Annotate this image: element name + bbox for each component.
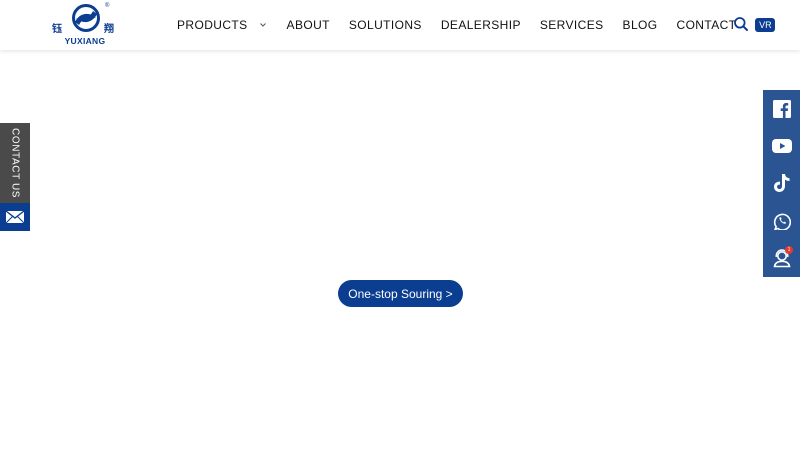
notification-badge: 1 bbox=[785, 245, 793, 254]
facebook-link[interactable] bbox=[763, 90, 800, 127]
nav-item-label: BLOG bbox=[622, 18, 658, 32]
logo-chinese-right: 翔 bbox=[104, 24, 114, 35]
nav-item-services[interactable]: SERVICES bbox=[540, 18, 604, 32]
one-stop-sourcing-button[interactable]: One-stop Souring > bbox=[338, 280, 463, 307]
chevron-down-icon bbox=[259, 23, 266, 27]
whatsapp-link[interactable] bbox=[763, 202, 800, 239]
logo-registered-mark: ® bbox=[105, 3, 110, 9]
mail-tab[interactable] bbox=[0, 203, 30, 231]
nav-item-label: CONTACT bbox=[676, 18, 737, 32]
logo-chinese-left: 钰 bbox=[52, 24, 62, 35]
nav-item-about[interactable]: ABOUT bbox=[287, 18, 330, 32]
contact-us-tab[interactable]: CONTACT US bbox=[0, 123, 30, 203]
logo[interactable]: 钰 翔 ® YUXIANG bbox=[52, 3, 118, 48]
nav-item-products[interactable]: PRODUCTS bbox=[177, 18, 268, 32]
nav-item-label: SOLUTIONS bbox=[348, 18, 422, 32]
support-agent-link[interactable]: 1 bbox=[763, 240, 800, 277]
logo-brand-name: YUXIANG bbox=[64, 36, 106, 46]
youtube-icon bbox=[771, 139, 792, 154]
youtube-link[interactable] bbox=[763, 127, 800, 164]
nav-item-dealership[interactable]: DEALERSHIP bbox=[441, 18, 521, 32]
nav-item-label: SERVICES bbox=[539, 18, 604, 32]
main-nav: PRODUCTS ABOUT SOLUTIONS DEALERSHIP SERV… bbox=[177, 0, 776, 50]
nav-item-blog[interactable]: BLOG bbox=[623, 18, 658, 32]
nav-item-label: DEALERSHIP bbox=[440, 18, 521, 32]
contact-us-label: CONTACT US bbox=[9, 127, 21, 199]
tiktok-link[interactable] bbox=[763, 165, 800, 202]
nav-item-label: PRODUCTS bbox=[177, 18, 248, 32]
nav-item-label: ABOUT bbox=[286, 18, 330, 32]
whatsapp-icon bbox=[773, 213, 791, 230]
site-header: 钰 翔 ® YUXIANG PRODUCTS ABOUT SOLUTIONS D… bbox=[0, 0, 800, 50]
vr-badge[interactable]: VR bbox=[755, 18, 776, 32]
nav-item-contact[interactable]: CONTACT bbox=[677, 18, 737, 32]
nav-item-solutions[interactable]: SOLUTIONS bbox=[349, 18, 422, 32]
social-sidebar: 1 bbox=[763, 90, 800, 277]
search-icon[interactable] bbox=[733, 16, 749, 32]
tiktok-icon bbox=[773, 174, 789, 193]
facebook-icon bbox=[772, 99, 791, 118]
mail-icon bbox=[5, 210, 25, 224]
